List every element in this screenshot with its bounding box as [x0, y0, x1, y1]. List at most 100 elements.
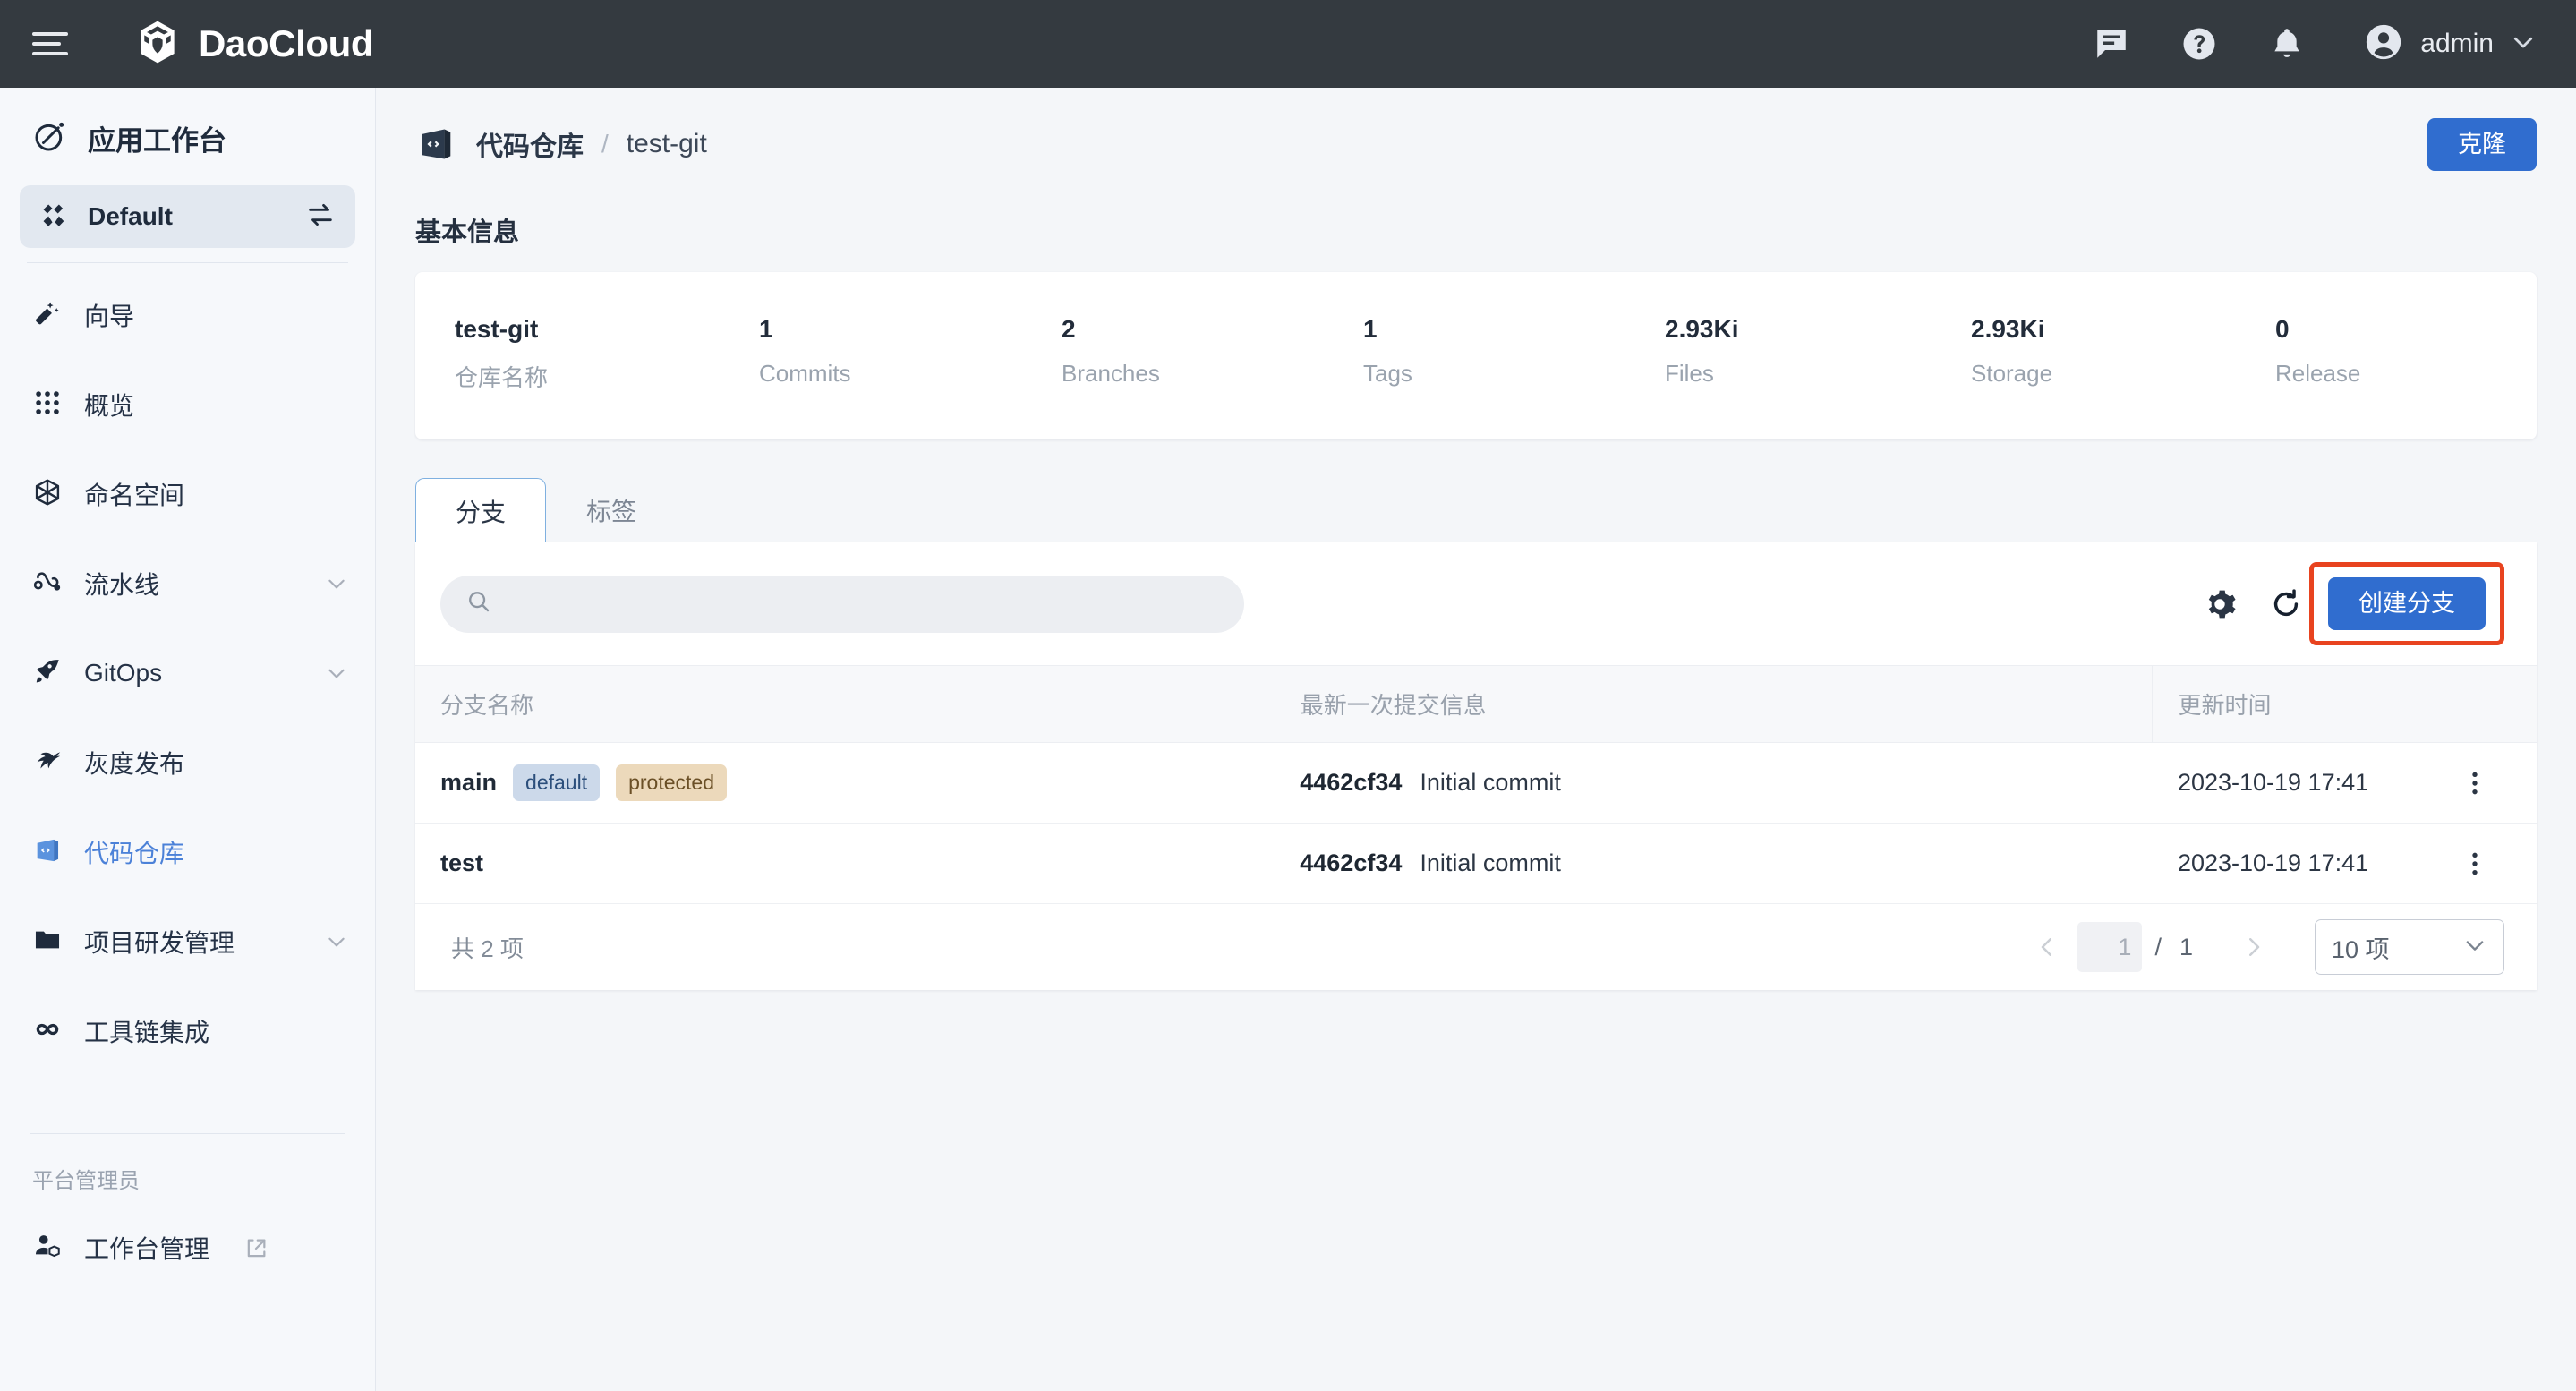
- chevron-down-icon[interactable]: [325, 572, 348, 595]
- stat-value: 2.93Ki: [1971, 315, 2236, 344]
- sidebar-item-label: 向导: [84, 297, 348, 333]
- help-icon[interactable]: [2179, 23, 2220, 64]
- tab-label: 分支: [456, 493, 506, 529]
- hamburger-icon[interactable]: [32, 23, 73, 64]
- gear-icon[interactable]: [2196, 581, 2243, 627]
- sidebar-item-namespace[interactable]: 命名空间: [0, 449, 375, 539]
- sidebar-item-code-repository[interactable]: 代码仓库: [0, 807, 375, 897]
- stat-tags: 1 Tags: [1324, 315, 1625, 393]
- cell-branch-name: main default protected: [415, 743, 1275, 824]
- stat-label: Release: [2275, 360, 2360, 388]
- external-link-icon[interactable]: [243, 1236, 267, 1259]
- table-toolbar: 创建分支: [415, 542, 2537, 665]
- sidebar-item-toolchain-integration[interactable]: 工具链集成: [0, 986, 375, 1076]
- bird-icon: [32, 746, 63, 781]
- cell-updated-at: 2023-10-19 17:41: [2153, 743, 2427, 824]
- code-repo-icon: [32, 835, 63, 870]
- chevron-down-icon[interactable]: [325, 930, 348, 953]
- commit-message: Initial commit: [1420, 849, 1561, 876]
- tabs-section: 分支 标签: [415, 477, 2537, 990]
- column-header-branch-name[interactable]: 分支名称: [415, 666, 1275, 743]
- breadcrumb-root[interactable]: 代码仓库: [476, 124, 584, 164]
- branch-name: test: [440, 849, 483, 877]
- stat-label: Files: [1665, 360, 1932, 388]
- stat-branches: 2 Branches: [1022, 315, 1324, 393]
- chevron-down-icon[interactable]: [2510, 29, 2537, 60]
- search-input[interactable]: [507, 590, 1219, 618]
- avatar: [2363, 21, 2404, 67]
- stat-value: 1: [1363, 315, 1625, 344]
- stat-storage: 2.93Ki Storage: [1932, 315, 2236, 393]
- sidebar-item-canary-release[interactable]: 灰度发布: [0, 718, 375, 807]
- pipeline-icon: [32, 567, 63, 602]
- column-header-actions: [2427, 666, 2537, 743]
- refresh-icon[interactable]: [2263, 581, 2309, 627]
- sidebar-divider: [27, 262, 348, 263]
- cube-icon: [32, 477, 63, 512]
- stat-value: 0: [2275, 315, 2360, 344]
- folder-icon: [32, 925, 63, 960]
- stat-repo-name: test-git 仓库名称: [415, 315, 720, 393]
- search-icon: [465, 588, 492, 619]
- chevron-left-icon[interactable]: [2024, 924, 2070, 970]
- workspace-title-text: 应用工作台: [88, 118, 226, 158]
- stat-value: 1: [759, 315, 1022, 344]
- column-header-latest-commit[interactable]: 最新一次提交信息: [1275, 666, 2153, 743]
- chat-icon[interactable]: [2091, 23, 2132, 64]
- page-number-input[interactable]: [2077, 922, 2142, 972]
- user-box-icon: [32, 1231, 63, 1266]
- stat-label: Branches: [1062, 360, 1324, 388]
- cell-latest-commit: 4462cf34Initial commit: [1275, 824, 2153, 904]
- total-pages: 1: [2179, 934, 2193, 961]
- tab-tags[interactable]: 标签: [546, 477, 677, 542]
- sidebar-item-pipeline[interactable]: 流水线: [0, 539, 375, 628]
- sidebar-item-overview[interactable]: 概览: [0, 360, 375, 449]
- sidebar-item-gitops[interactable]: GitOps: [0, 628, 375, 718]
- stat-label: Tags: [1363, 360, 1625, 388]
- stat-commits: 1 Commits: [720, 315, 1022, 393]
- basic-info-card: test-git 仓库名称 1 Commits 2 Branches 1 Tag…: [415, 272, 2537, 439]
- search-box[interactable]: [440, 576, 1244, 633]
- breadcrumb-separator: /: [601, 130, 609, 158]
- table-row[interactable]: test 4462cf34Initial commit 2023-10-19 1…: [415, 824, 2537, 904]
- more-vertical-icon[interactable]: [2452, 760, 2498, 806]
- sidebar-item-workbench-admin[interactable]: 工作台管理: [0, 1203, 375, 1293]
- branches-panel: 创建分支 分支名称: [415, 542, 2537, 990]
- branch-cell: test: [440, 849, 1275, 877]
- switch-icon[interactable]: [305, 200, 336, 235]
- status-badge: protected: [616, 764, 727, 801]
- clone-button[interactable]: 克隆: [2427, 118, 2537, 171]
- stat-value: 2: [1062, 315, 1324, 344]
- breadcrumb-leaf: test-git: [627, 129, 707, 159]
- table-row[interactable]: main default protected 4462cf34Initial c…: [415, 743, 2537, 824]
- bell-icon[interactable]: [2266, 23, 2307, 64]
- sidebar-bottom-pad: [0, 1293, 375, 1391]
- sidebar-scope-default[interactable]: Default: [20, 185, 355, 248]
- sidebar-item-label: 工具链集成: [84, 1013, 348, 1049]
- tab-branches[interactable]: 分支: [415, 478, 546, 542]
- pagination: / 1 10 项: [2024, 919, 2504, 975]
- create-branch-highlight: 创建分支: [2309, 562, 2504, 645]
- sidebar-item-label: 概览: [84, 387, 348, 422]
- tab-strip: 分支 标签: [415, 477, 2537, 542]
- chevron-down-icon[interactable]: [325, 661, 348, 685]
- table-header-row: 分支名称 最新一次提交信息 更新时间: [415, 666, 2537, 743]
- main-content: 代码仓库 / test-git 克隆 基本信息 test-git 仓库名称 1 …: [376, 88, 2576, 1391]
- workspace-title: 应用工作台: [0, 88, 375, 180]
- page-size-select[interactable]: 10 项: [2315, 919, 2504, 975]
- user-menu[interactable]: admin: [2363, 21, 2537, 67]
- infinity-icon: [32, 1014, 63, 1049]
- chevron-right-icon[interactable]: [2231, 924, 2277, 970]
- sidebar-item-guide[interactable]: 向导: [0, 270, 375, 360]
- sidebar-item-project-dev-management[interactable]: 项目研发管理: [0, 897, 375, 986]
- create-branch-button[interactable]: 创建分支: [2328, 577, 2486, 630]
- sidebar: 应用工作台 Default: [0, 88, 376, 1391]
- more-vertical-icon[interactable]: [2452, 841, 2498, 887]
- column-header-updated-at[interactable]: 更新时间: [2153, 666, 2427, 743]
- tab-label: 标签: [586, 492, 636, 528]
- sidebar-item-label: GitOps: [84, 659, 303, 687]
- stat-label: Commits: [759, 360, 1022, 388]
- branches-table: 分支名称 最新一次提交信息 更新时间 main: [415, 665, 2537, 904]
- cell-actions: [2427, 743, 2537, 824]
- sidebar-item-label: 流水线: [84, 566, 303, 602]
